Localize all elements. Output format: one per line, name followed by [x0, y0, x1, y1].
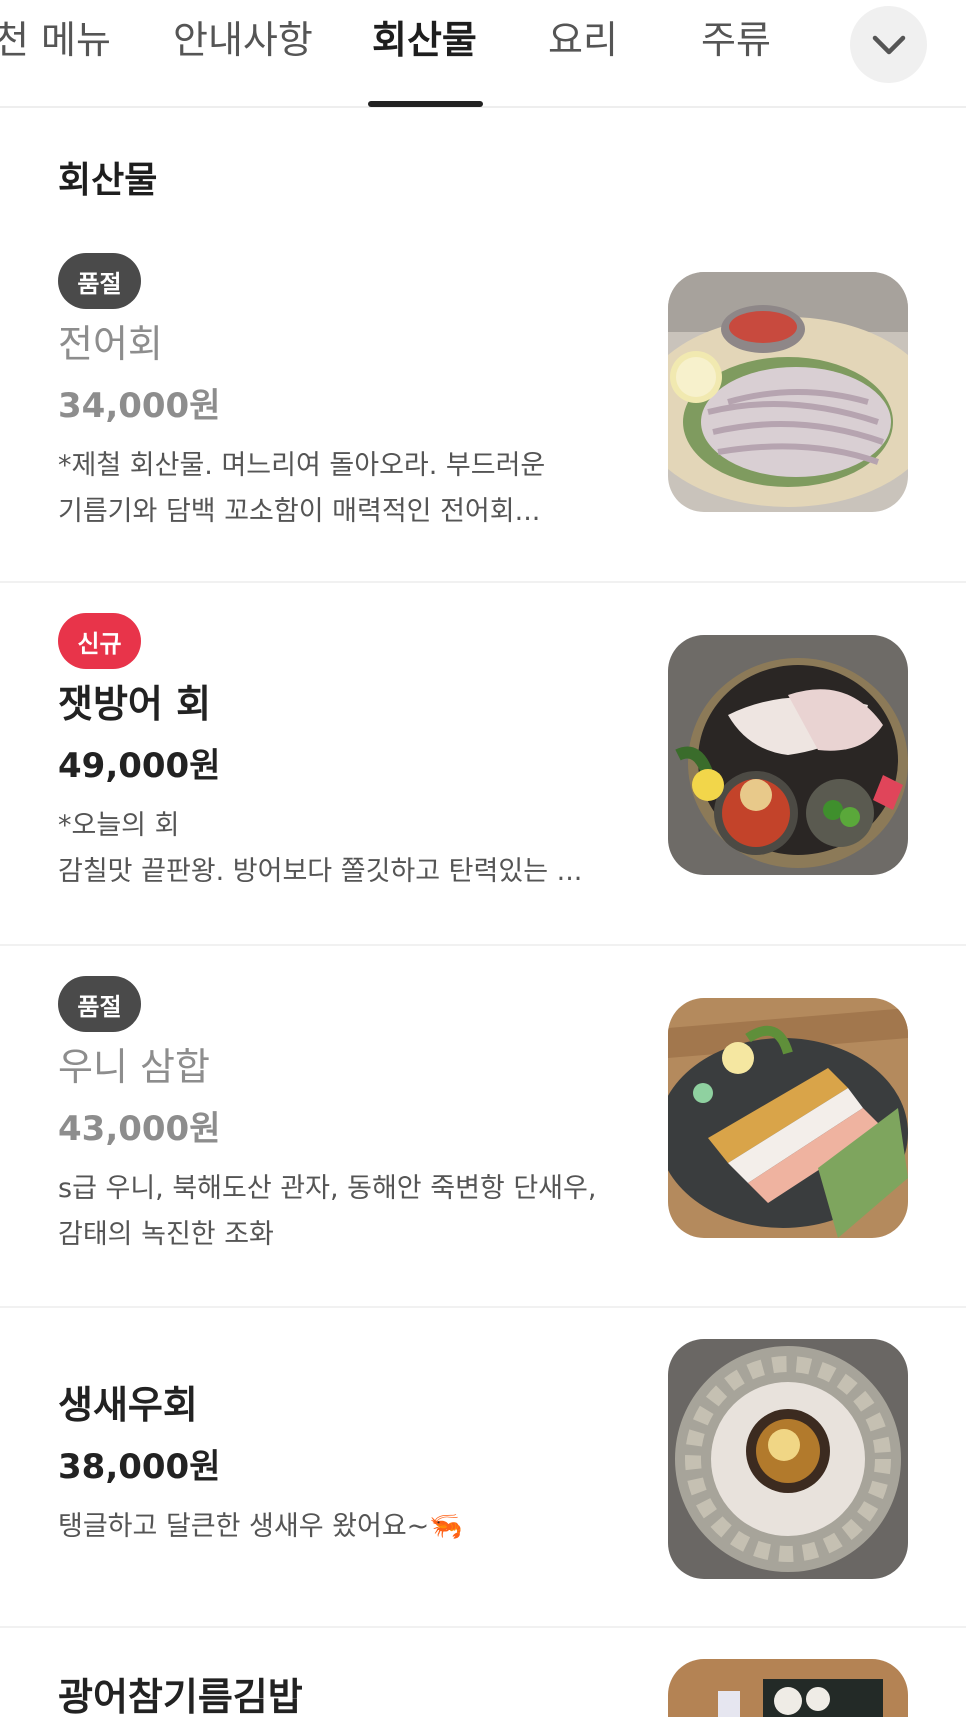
chevron-down-icon	[872, 35, 905, 54]
tab-seafood[interactable]: 회산물	[372, 10, 477, 70]
item-name: 전어회	[58, 322, 163, 366]
item-price: 43,000원	[58, 1109, 221, 1149]
tab-recommended-menu[interactable]: 천 메뉴	[0, 10, 111, 70]
menu-item[interactable]: 품절 우니 삼합 43,000원 s급 우니, 북해도산 관자, 동해안 죽변항…	[0, 946, 966, 1308]
item-description: 탱글하고 달큰한 생새우 왔어요~🦐	[58, 1504, 638, 1550]
menu-item[interactable]: 생새우회 38,000원 탱글하고 달큰한 생새우 왔어요~🦐	[0, 1308, 966, 1628]
tab-notice[interactable]: 안내사항	[173, 10, 313, 70]
item-description: *제철 회산물. 며느리여 돌아오라. 부드러운 기름기와 담백 꼬소함이 매력…	[58, 443, 638, 535]
tab-dishes[interactable]: 요리	[548, 10, 618, 70]
item-name: 광어참기름김밥	[58, 1675, 303, 1717]
amberjack-sashimi-image	[668, 635, 908, 875]
menu-item[interactable]: 품절 전어회 34,000원 *제철 회산물. 며느리여 돌아오라. 부드러운 …	[0, 215, 966, 583]
tab-drinks[interactable]: 주류	[701, 10, 771, 70]
more-categories-button[interactable]	[850, 6, 927, 83]
raw-shrimp-image	[668, 1339, 908, 1579]
item-price: 38,000원	[58, 1447, 221, 1487]
item-name: 우니 삼합	[58, 1045, 210, 1089]
section-title: 회산물	[58, 160, 158, 201]
item-photo	[668, 998, 908, 1238]
item-description-line: 감태의 녹진한 조화	[58, 1219, 274, 1250]
item-description-line: 기름기와 담백 꼬소함이 매력적인 전어회...	[58, 496, 541, 527]
uni-platter-image	[668, 998, 908, 1238]
item-description-line: 감칠맛 끝판왕. 방어보다 쫄깃하고 탄력있는 ...	[58, 856, 583, 887]
item-description: s급 우니, 북해도산 관자, 동해안 죽변항 단새우, 감태의 녹진한 조화	[58, 1166, 648, 1258]
item-photo	[668, 1339, 908, 1579]
item-price: 34,000원	[58, 386, 221, 426]
item-description-line: 탱글하고 달큰한 생새우 왔어요~🦐	[58, 1511, 463, 1542]
flatfish-gimbap-image	[668, 1659, 908, 1717]
active-tab-indicator	[368, 101, 483, 107]
item-price: 49,000원	[58, 746, 221, 786]
item-description-line: *오늘의 회	[58, 810, 180, 841]
item-photo	[668, 1659, 908, 1717]
item-photo	[668, 272, 908, 512]
menu-page: 천 메뉴 안내사항 회산물 요리 주류 회산물 품절 전어회 34,000원 *…	[0, 0, 966, 1717]
menu-item[interactable]: 광어참기름김밥	[0, 1628, 966, 1717]
item-description: *오늘의 회 감칠맛 끝판왕. 방어보다 쫄깃하고 탄력있는 ...	[58, 803, 638, 895]
soldout-badge: 품절	[58, 253, 141, 309]
item-photo	[668, 635, 908, 875]
new-badge: 신규	[58, 613, 141, 669]
item-description-line: s급 우니, 북해도산 관자, 동해안 죽변항 단새우,	[58, 1173, 597, 1204]
menu-item[interactable]: 신규 잿방어 회 49,000원 *오늘의 회 감칠맛 끝판왕. 방어보다 쫄깃…	[0, 583, 966, 946]
soldout-badge: 품절	[58, 976, 141, 1032]
item-description-line: *제철 회산물. 며느리여 돌아오라. 부드러운	[58, 450, 546, 481]
item-name: 잿방어 회	[58, 682, 212, 726]
gizzard-shad-sashimi-image	[668, 272, 908, 512]
item-name: 생새우회	[58, 1383, 198, 1427]
category-tabbar: 천 메뉴 안내사항 회산물 요리 주류	[0, 0, 966, 108]
